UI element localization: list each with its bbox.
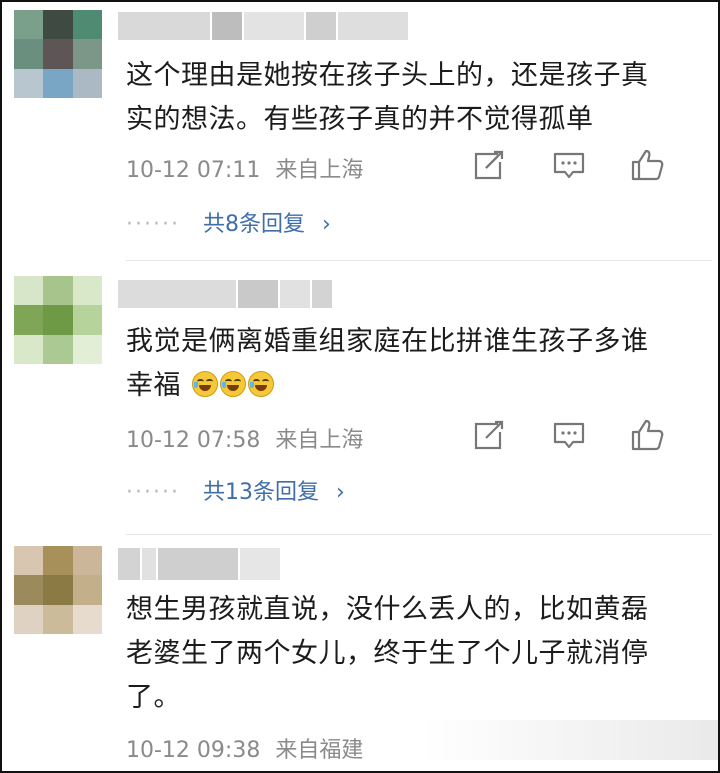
comment-item: 我觉是俩离婚重组家庭在比拼谁生孩子多谁 幸福 10-12 07:58 来自上海 … [2,262,718,532]
action-bar [472,148,666,182]
comment-meta: 10-12 07:11 来自上海 [126,152,363,184]
comment-icon[interactable] [551,148,587,182]
view-replies-link[interactable]: ······ 共8条回复 › [126,206,331,238]
avatar-pixel [14,10,44,40]
username-blur-block [244,12,304,40]
username-blurred[interactable] [118,280,332,308]
avatar-pixel [72,334,102,364]
avatar-pixel [43,604,73,634]
avatar-pixel [14,575,44,605]
avatar-pixel [43,575,73,605]
avatar-pixel [14,546,44,576]
avatar-pixel [72,68,102,98]
avatar-pixel [14,39,44,69]
avatar-pixel [43,68,73,98]
username-blur-block [212,12,242,40]
avatar-pixel [14,604,44,634]
avatar-pixel [72,305,102,335]
username-blur-block [118,548,140,580]
avatar-pixel [72,10,102,40]
comment-text: 我觉是俩离婚重组家庭在比拼谁生孩子多谁 幸福 [126,326,649,401]
avatar-pixel [43,39,73,69]
comment-item: 这个理由是她按在孩子头上的，还是孩子真 实的想法。有些孩子真的并不觉得孤单 10… [2,2,718,260]
username-blur-block [306,12,336,40]
chevron-right-icon: › [321,212,331,237]
username-blurred[interactable] [118,12,408,40]
view-replies-link[interactable]: ······ 共13条回复 › [126,474,345,506]
laughing-crying-emoji-icon [220,371,247,397]
username-blur-block [338,12,408,40]
username-blur-block [312,280,332,308]
dots-icon: ······ [126,212,180,237]
comment-date: 10-12 09:38 [126,738,261,763]
avatar-pixel [43,334,73,364]
like-icon[interactable] [630,418,666,452]
comment-text: 这个理由是她按在孩子头上的，还是孩子真 实的想法。有些孩子真的并不觉得孤单 [126,60,649,135]
laughing-crying-emoji-icon [192,371,219,397]
comment-meta: 10-12 07:58 来自上海 [126,422,363,454]
emoji-group [183,370,276,401]
avatar-pixel [14,305,44,335]
dots-icon: ······ [126,480,180,505]
avatar-pixel [72,276,102,306]
avatar-pixel [14,276,44,306]
comment-icon[interactable] [551,418,587,452]
avatar-pixel [72,575,102,605]
comment-location: 来自上海 [275,428,364,453]
avatar-pixel [43,276,73,306]
username-blur-block [280,280,310,308]
avatar-pixel [72,39,102,69]
comment-meta: 10-12 09:38 来自福建 [126,732,363,764]
avatar-pixel [43,546,73,576]
divider [126,260,712,261]
username-blur-block [118,280,236,308]
action-bar [472,418,666,452]
username-blurred[interactable] [118,548,280,580]
comment-text: 想生男孩就直说，没什么丢人的，比如黄磊 老婆生了两个女儿，终于生了个儿子就消停 … [126,594,649,713]
username-blur-block [118,12,210,40]
avatar[interactable] [14,276,102,364]
laughing-crying-emoji-icon [248,371,275,397]
comment-list: 这个理由是她按在孩子头上的，还是孩子真 实的想法。有些孩子真的并不觉得孤单 10… [0,0,720,773]
username-blur-block [142,548,156,580]
avatar-pixel [72,546,102,576]
username-blur-block [158,548,238,580]
bottom-fade [422,720,718,760]
chevron-right-icon: › [335,480,345,505]
comment-location: 来自上海 [275,158,364,183]
avatar[interactable] [14,546,102,634]
comment-date: 10-12 07:11 [126,158,261,183]
avatar-pixel [43,10,73,40]
comment-date: 10-12 07:58 [126,428,261,453]
avatar-pixel [43,305,73,335]
avatar[interactable] [14,10,102,98]
username-blur-block [238,280,278,308]
avatar-pixel [72,604,102,634]
avatar-pixel [14,334,44,364]
avatar-pixel [14,68,44,98]
share-icon[interactable] [472,148,508,182]
share-icon[interactable] [472,418,508,452]
comment-location: 来自福建 [275,738,364,763]
username-blur-block [240,548,280,580]
like-icon[interactable] [630,148,666,182]
divider [126,534,712,535]
